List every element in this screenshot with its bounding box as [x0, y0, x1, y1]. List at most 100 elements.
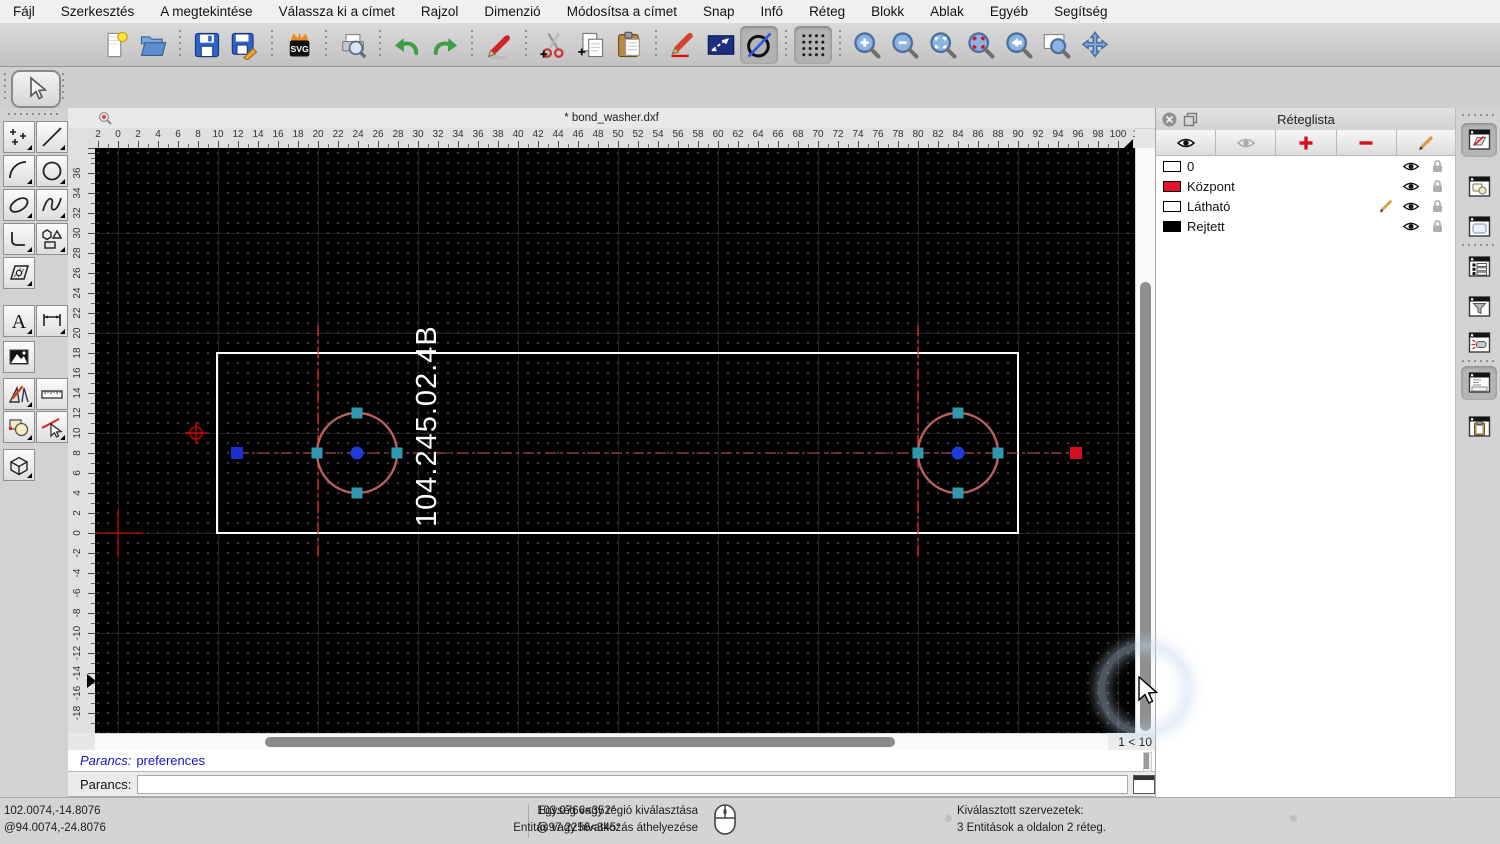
cut-button[interactable]: [534, 26, 572, 64]
layer-row[interactable]: 0: [1156, 156, 1456, 176]
spotlight-toggle-button[interactable]: [1461, 326, 1497, 360]
circle-tool-button[interactable]: [36, 155, 68, 187]
ellipse-tool-button[interactable]: [3, 189, 35, 221]
measure-tool-button[interactable]: [36, 378, 68, 410]
cut-icon: [540, 32, 564, 58]
spline-icon: [42, 197, 62, 212]
save-button[interactable]: [188, 26, 226, 64]
part-label-text[interactable]: 104.245.02.4B: [411, 325, 443, 527]
zoom-window-button[interactable]: [1038, 26, 1076, 64]
modify-tool-button[interactable]: [3, 378, 35, 410]
menu-item[interactable]: Infó: [748, 0, 797, 23]
zoom-out-button[interactable]: [886, 26, 924, 64]
hide-all-layers-button[interactable]: [1216, 130, 1277, 156]
selection-tool-button[interactable]: [11, 70, 61, 108]
history-scrollbar[interactable]: [1143, 752, 1152, 772]
command-input[interactable]: [137, 774, 1129, 794]
pan-button[interactable]: [1076, 26, 1114, 64]
save-as-button[interactable]: [226, 26, 264, 64]
polygon-tool-button[interactable]: [36, 223, 68, 255]
zoom-previous-button[interactable]: [1000, 26, 1038, 64]
command-widget-button[interactable]: [1133, 774, 1155, 794]
copy-button[interactable]: [572, 26, 610, 64]
export-svg-button[interactable]: SVG: [280, 26, 318, 64]
layer-visibility-eye-icon[interactable]: [1402, 200, 1420, 213]
show-all-layers-button[interactable]: [1156, 130, 1217, 156]
center-point-left[interactable]: [350, 446, 364, 460]
menu-item[interactable]: Rajzol: [408, 0, 472, 23]
open-file-button[interactable]: [134, 26, 172, 64]
layer-visibility-eye-icon[interactable]: [1402, 180, 1420, 193]
vertical-scrollbar[interactable]: [1135, 148, 1156, 733]
new-file-button[interactable]: [96, 26, 134, 64]
arc-tool-button[interactable]: [3, 155, 35, 187]
layer-lock-icon[interactable]: [1431, 219, 1444, 233]
layer-lock-icon[interactable]: [1431, 179, 1444, 193]
ruler-label: 4: [155, 129, 161, 140]
layer-row[interactable]: Látható: [1156, 196, 1456, 216]
spline-tool-button[interactable]: [36, 189, 68, 221]
print-preview-button[interactable]: [334, 26, 372, 64]
zoom-selected-button[interactable]: [962, 26, 1000, 64]
float-panel-button[interactable]: [1183, 112, 1198, 127]
menu-item[interactable]: Segítség: [1041, 0, 1120, 23]
menu-item[interactable]: Egyéb: [977, 0, 1041, 23]
grip-handle-blue-end[interactable]: [231, 447, 243, 459]
layer-row[interactable]: Rejtett: [1156, 216, 1456, 236]
menu-item[interactable]: Snap: [690, 0, 748, 23]
layer-list-toggle-button[interactable]: [1461, 123, 1497, 157]
command-line-toggle-button[interactable]: [1461, 366, 1497, 400]
text-tool-button[interactable]: A: [3, 305, 35, 337]
redo-button[interactable]: [426, 26, 464, 64]
menu-item[interactable]: Módosítsa a címet: [554, 0, 690, 23]
paste-button[interactable]: [610, 26, 648, 64]
layer-row[interactable]: Központ: [1156, 176, 1456, 196]
close-panel-button[interactable]: [1162, 112, 1177, 127]
drawing-canvas[interactable]: 104.245.02.4B: [95, 148, 1135, 733]
filter-toggle-button[interactable]: [1461, 290, 1497, 324]
attributes-button[interactable]: [664, 26, 702, 64]
layer-visibility-eye-icon[interactable]: [1402, 220, 1420, 233]
select-entity-tool-button[interactable]: [36, 411, 68, 443]
menu-item[interactable]: Szerkesztés: [48, 0, 148, 23]
circle-line-button[interactable]: [740, 25, 778, 64]
layer-lock-icon[interactable]: [1431, 199, 1444, 213]
dimension-tool-button[interactable]: [36, 305, 68, 337]
horizontal-scrollbar-thumb[interactable]: [265, 737, 895, 747]
menu-item[interactable]: Blokk: [858, 0, 917, 23]
grip-handle-red-end[interactable]: [1070, 447, 1082, 459]
menu-item[interactable]: Válassza ki a címet: [266, 0, 408, 23]
menu-item[interactable]: Réteg: [796, 0, 858, 23]
menu-item[interactable]: Fájl: [0, 0, 48, 23]
hatch-tool-button[interactable]: [3, 257, 35, 289]
menu-item[interactable]: Dimenzió: [471, 0, 553, 23]
center-point-right[interactable]: [951, 446, 965, 460]
remove-layer-button[interactable]: [1336, 130, 1397, 156]
library-browser-toggle-button[interactable]: [1461, 210, 1497, 244]
menu-item[interactable]: A megtekintése: [147, 0, 265, 23]
boolean-tool-button[interactable]: [3, 411, 35, 443]
solid-3d-tool-button[interactable]: [3, 449, 35, 481]
clipboard-notes-toggle-button[interactable]: [1461, 410, 1497, 444]
vertical-scrollbar-thumb[interactable]: [1140, 282, 1151, 731]
snap-grid-button[interactable]: [794, 25, 832, 64]
washer-outline-rect[interactable]: [216, 352, 1019, 534]
undo-button[interactable]: [388, 26, 426, 64]
edit-layer-button[interactable]: [1396, 130, 1457, 156]
polyline-tool-button[interactable]: [3, 223, 35, 255]
entity-list-toggle-button[interactable]: [1461, 250, 1497, 284]
layer-lock-icon[interactable]: [1431, 159, 1444, 173]
line-tool-button[interactable]: [36, 121, 68, 153]
menu-item[interactable]: Ablak: [917, 0, 977, 23]
add-layer-button[interactable]: [1276, 130, 1337, 156]
horizontal-scrollbar[interactable]: [95, 733, 1108, 751]
block-list-toggle-button[interactable]: [1461, 170, 1497, 204]
points-tool-button[interactable]: [3, 121, 35, 153]
draw-order-button[interactable]: [702, 26, 740, 64]
layer-visibility-eye-icon[interactable]: [1402, 160, 1420, 173]
history-scrollbar-thumb[interactable]: [1144, 753, 1149, 769]
image-tool-button[interactable]: [3, 341, 35, 373]
zoom-in-button[interactable]: [848, 26, 886, 64]
delete-button[interactable]: [480, 26, 518, 64]
zoom-auto-button[interactable]: [924, 26, 962, 64]
